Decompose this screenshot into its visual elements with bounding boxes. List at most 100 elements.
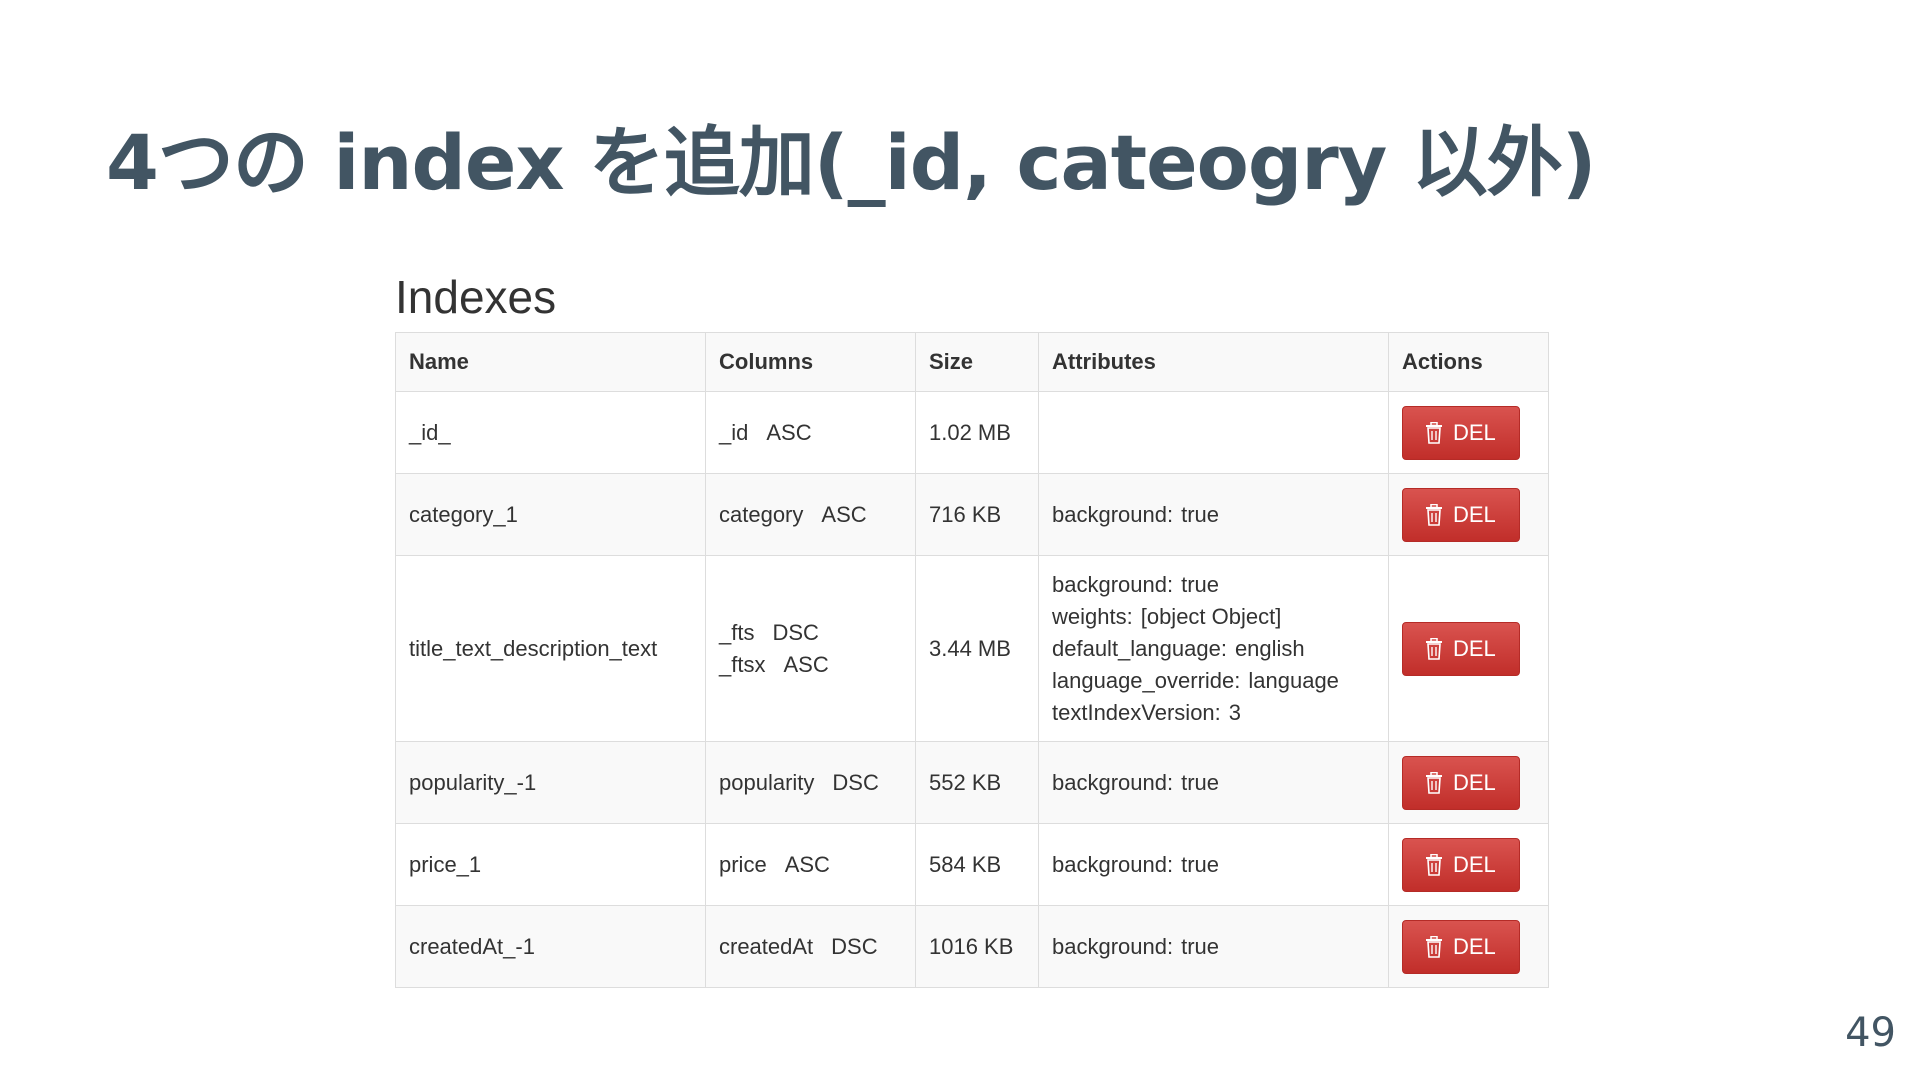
index-actions-cell: DEL [1388,555,1549,742]
index-size-cell: 1016 KB [915,905,1039,988]
delete-button-label: DEL [1453,419,1496,445]
index-columns-cell: popularity DSC [705,741,916,824]
attribute-value: true [1181,501,1220,527]
index-attribute: weights: [object Object] [1052,601,1375,633]
attribute-value: true [1181,851,1220,877]
index-size-cell: 552 KB [915,741,1039,824]
delete-button-1[interactable]: DEL [1402,405,1520,460]
index-columns-cell: _id ASC [705,391,916,474]
column-field: _ftsx [719,651,766,677]
delete-button-3[interactable]: DEL [1402,621,1520,676]
column-field: price [719,851,767,877]
index-actions-cell: DEL [1388,823,1549,906]
indexes-table: Name Columns Size Attributes Actions _id… [395,332,1549,988]
delete-button-label: DEL [1453,769,1496,795]
index-size-cell: 584 KB [915,823,1039,906]
index-columns-cell: createdAt DSC [705,905,916,988]
index-columns-cell: category ASC [705,473,916,556]
delete-button-4[interactable]: DEL [1402,755,1520,810]
attribute-value: [object Object] [1140,603,1282,629]
index-columns-cell: price ASC [705,823,916,906]
attribute-key: background: [1052,501,1174,527]
index-actions-cell: DEL [1388,741,1549,824]
table-row: title_text_description_text _fts DSC _ftsx… [395,555,1549,742]
index-attribute: language_override: language [1052,665,1375,697]
index-name: createdAt_-1 [409,933,535,959]
panel-heading: Indexes [395,271,557,323]
trash-icon [1425,637,1443,660]
index-attributes-cell [1038,391,1389,474]
index-attributes-cell: background: true [1038,905,1389,988]
index-actions-cell: DEL [1388,391,1549,474]
attribute-key: textIndexVersion: [1052,699,1221,725]
slide: 4つの index を追加(_id, cateogry 以外) Indexes … [0,0,1920,1080]
page-number: 49 [1845,1010,1896,1056]
index-column-spec: _id ASC [719,417,902,449]
index-name: popularity_-1 [409,769,537,795]
index-column-spec: popularity DSC [719,767,902,799]
delete-button-5[interactable]: DEL [1402,837,1520,892]
index-name-cell: price_1 [395,823,706,906]
index-column-spec: createdAt DSC [719,931,902,963]
column-direction: ASC [821,501,867,527]
index-column-spec: _fts DSC [719,617,902,649]
trash-icon [1425,503,1443,526]
index-name: _id_ [409,419,451,445]
header-actions: Actions [1388,332,1549,392]
attribute-value: true [1181,769,1220,795]
delete-button-6[interactable]: DEL [1402,919,1520,974]
index-attributes-cell: background: true [1038,741,1389,824]
index-attributes-cell: background: true weights: [object Object] de… [1038,555,1389,742]
index-size: 1.02 MB [929,419,1011,445]
attribute-key: language_override: [1052,667,1241,693]
attribute-key: background: [1052,769,1174,795]
header-columns: Columns [705,332,916,392]
attribute-key: background: [1052,933,1174,959]
column-direction: ASC [783,651,829,677]
index-attribute: textIndexVersion: 3 [1052,697,1375,729]
attribute-key: background: [1052,851,1174,877]
index-actions-cell: DEL [1388,473,1549,556]
column-direction: DSC [832,769,879,795]
index-attributes-cell: background: true [1038,473,1389,556]
column-field: category [719,501,804,527]
table-row: popularity_-1 popularity DSC 552 KB backg… [395,741,1549,824]
column-direction: ASC [766,419,812,445]
column-field: _fts [719,619,755,645]
header-name: Name [395,332,706,392]
index-name: title_text_description_text [409,635,658,661]
index-column-spec: category ASC [719,499,902,531]
column-direction: DSC [772,619,819,645]
attribute-value: 3 [1228,699,1242,725]
delete-button-2[interactable]: DEL [1402,487,1520,542]
indexes-panel: Indexes Name Columns Size Attributes Act… [395,262,1549,988]
table-row: price_1 price ASC 584 KB background: true … [395,823,1549,906]
delete-button-label: DEL [1453,851,1496,877]
table-row: _id_ _id ASC 1.02 MB DEL [395,391,1549,474]
index-size: 716 KB [929,501,1002,527]
column-direction: DSC [831,933,878,959]
table-body: _id_ _idASC 1.02 MB DEL category_1 cate [395,391,1549,988]
attribute-value: english [1234,635,1305,661]
trash-icon [1425,935,1443,958]
column-direction: ASC [784,851,830,877]
index-attribute: background: true [1052,499,1375,531]
index-column-spec: price ASC [719,849,902,881]
index-size-cell: 3.44 MB [915,555,1039,742]
delete-button-label: DEL [1453,501,1496,527]
index-size: 552 KB [929,769,1002,795]
header-attributes: Attributes [1038,332,1389,392]
table-header-row: Name Columns Size Attributes Actions [395,332,1549,392]
index-name: price_1 [409,851,482,877]
index-attribute: background: true [1052,767,1375,799]
index-size-cell: 716 KB [915,473,1039,556]
index-name-cell: title_text_description_text [395,555,706,742]
index-columns-cell: _fts DSC _ftsx ASC [705,555,916,742]
column-field: _id [719,419,749,445]
index-attributes-cell: background: true [1038,823,1389,906]
index-size: 584 KB [929,851,1002,877]
index-size-cell: 1.02 MB [915,391,1039,474]
index-attribute: background: true [1052,569,1375,601]
index-name-cell: createdAt_-1 [395,905,706,988]
attribute-value: true [1181,933,1220,959]
